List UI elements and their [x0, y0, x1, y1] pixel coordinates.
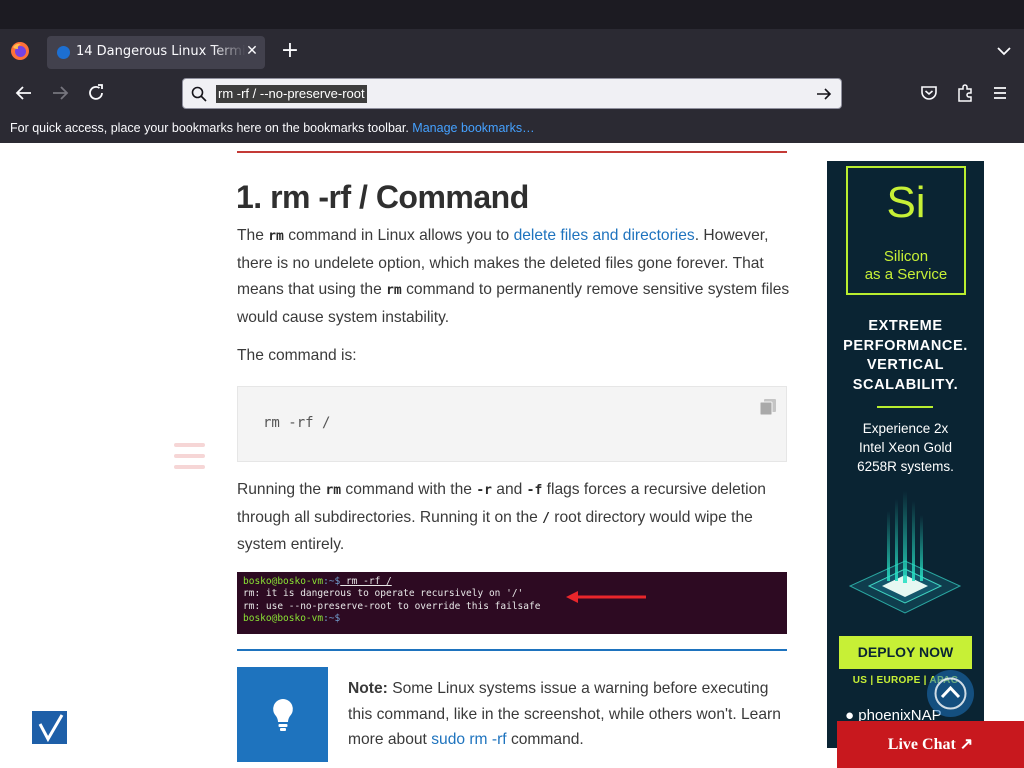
code-block-text[interactable]: rm -rf / [263, 415, 330, 431]
paragraph-command-is: The command is: [237, 347, 357, 364]
copy-icon[interactable] [758, 397, 778, 417]
bookmarks-hint-text: For quick access, place your bookmarks h… [10, 121, 409, 135]
paragraph-flags: Running the rm command with the -r and -… [237, 481, 766, 553]
note-icon-box [237, 667, 328, 762]
inline-code: rm [325, 483, 342, 498]
ad-logo-box: Si Silicon as a Service [846, 166, 966, 295]
tab-strip: 14 Dangerous Linux Terminal Commands ✕ + [0, 29, 1024, 73]
bookmarks-hint: For quick access, place your bookmarks h… [10, 121, 535, 135]
inline-code: -f [526, 483, 543, 498]
ad-subtitle: Silicon as a Service [864, 248, 948, 283]
go-arrow-icon[interactable] [815, 85, 833, 103]
inline-code: rm [268, 229, 284, 244]
manage-bookmarks-link[interactable]: Manage bookmarks… [412, 121, 534, 135]
page-viewport: 1. rm -rf / Command The rm command in Li… [0, 143, 1024, 768]
reload-icon[interactable] [84, 81, 108, 105]
scroll-to-top-button[interactable] [927, 670, 974, 717]
ad-banner[interactable]: Si Silicon as a Service EXTREME PERFORMANC… [827, 161, 984, 748]
note-label: Note: [348, 680, 388, 697]
firefox-icon[interactable] [10, 41, 30, 61]
search-icon [191, 86, 207, 102]
ad-body: Experience 2x Intel Xeon Gold 6258R system… [857, 421, 954, 474]
tab-active[interactable]: 14 Dangerous Linux Terminal Commands ✕ [47, 36, 265, 69]
inline-code: / [542, 510, 550, 526]
pocket-icon[interactable] [917, 81, 941, 105]
list-all-tabs-icon[interactable] [994, 39, 1014, 63]
red-arrow-icon [566, 591, 646, 603]
bookmarks-toolbar: For quick access, place your bookmarks h… [0, 113, 1024, 143]
url-input[interactable]: rm -rf / --no-preserve-root [216, 85, 367, 103]
paragraph-intro: The rm command in Linux allows you to de… [237, 227, 790, 326]
ad-headline: EXTREME PERFORMANCE. VERTICAL SCALABILITY. [843, 318, 968, 393]
ad-divider [877, 406, 933, 408]
tab-title: 14 Dangerous Linux Terminal Commands [76, 44, 246, 59]
live-chat-button[interactable]: Live Chat ↗ [837, 721, 1024, 768]
tab-close-icon[interactable]: ✕ [244, 42, 260, 60]
forward-icon[interactable] [48, 81, 72, 105]
inline-code: -r [476, 483, 492, 498]
navigation-toolbar: rm -rf / --no-preserve-root [0, 73, 1024, 113]
section-heading: 1. rm -rf / Command [236, 179, 529, 215]
url-bar[interactable]: rm -rf / --no-preserve-root [182, 78, 842, 109]
delete-files-link[interactable]: delete files and directories [514, 227, 695, 244]
sudo-rm-rf-link[interactable]: sudo rm -rf [431, 731, 506, 748]
note-text: Note: Some Linux systems issue a warning… [348, 680, 781, 748]
chip-illustration-icon [848, 491, 962, 614]
terminal-screenshot: bosko@bosko-vm:~$ rm -rf / rm: it is dan… [237, 572, 787, 634]
inline-code: rm [386, 283, 402, 298]
menu-icon[interactable] [988, 81, 1012, 105]
back-icon[interactable] [12, 81, 36, 105]
window-titlebar [0, 0, 1024, 29]
lightbulb-icon [273, 699, 293, 731]
chevron-up-icon [934, 677, 967, 710]
deploy-now-button[interactable]: DEPLOY NOW [839, 636, 972, 669]
section-divider [237, 151, 787, 153]
extensions-icon[interactable] [953, 81, 977, 105]
verified-badge-icon[interactable] [32, 711, 67, 744]
note-divider [237, 649, 787, 651]
sidebar-toc-icon[interactable] [174, 443, 205, 469]
site-favicon-icon [57, 46, 70, 59]
ad-si-text: Si [886, 178, 926, 227]
code-block: rm -rf / [237, 386, 787, 462]
new-tab-button[interactable]: + [278, 37, 302, 65]
